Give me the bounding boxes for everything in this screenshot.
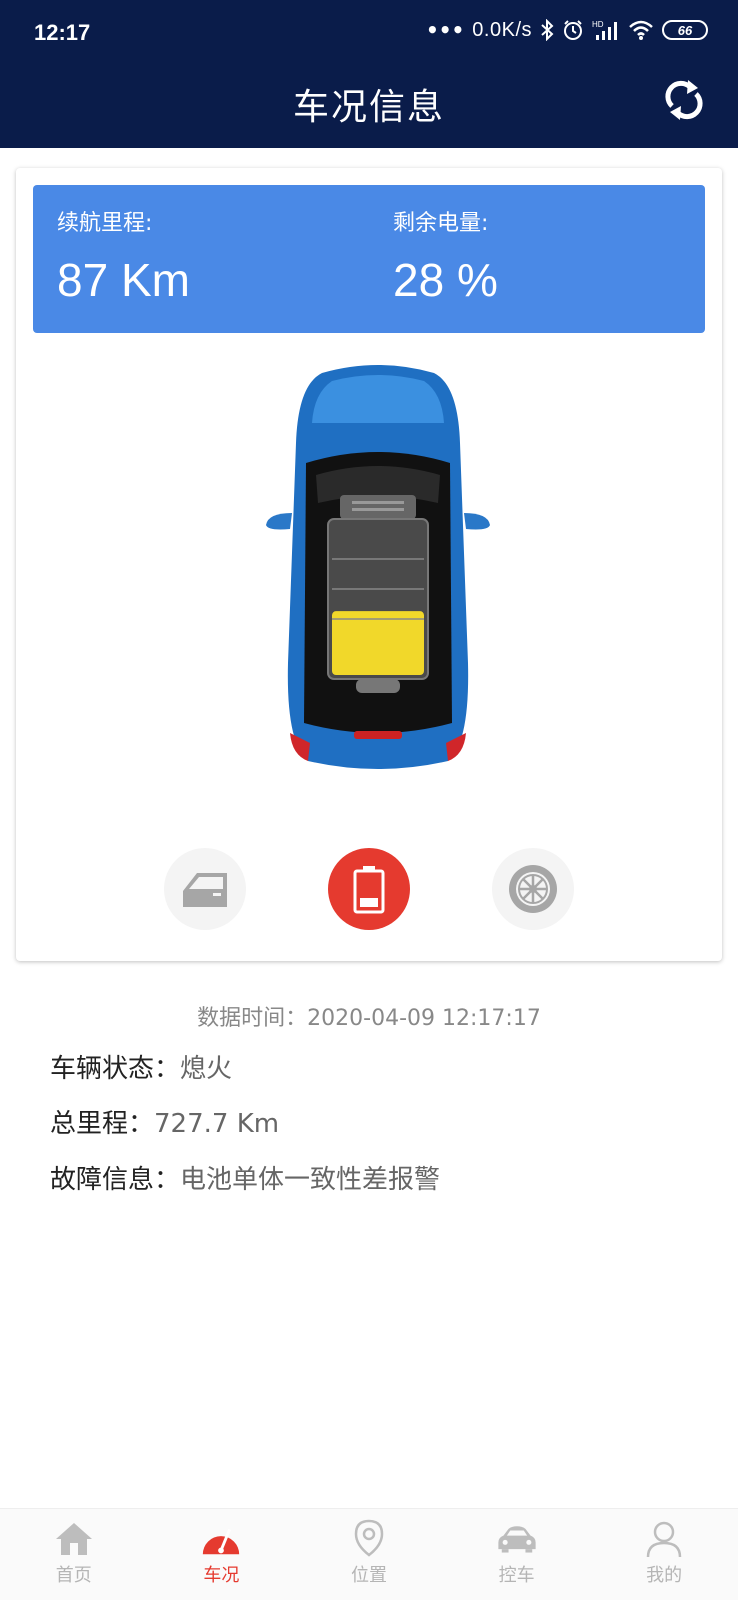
nav-label-home: 首页 (55, 1565, 92, 1586)
user-icon (646, 1521, 682, 1558)
status-value: 熄火 (180, 1054, 233, 1084)
signal-icon: HD (592, 20, 617, 40)
nav-label-profile: 我的 (646, 1565, 683, 1586)
battery-icon (353, 866, 385, 914)
wifi-icon (629, 20, 653, 40)
title-bar: 车况信息 (0, 64, 738, 148)
alarm-icon (564, 20, 582, 40)
status-time: 12:17 (34, 20, 91, 45)
svg-text:HD: HD (592, 20, 604, 29)
car-hood (312, 375, 444, 423)
fault-value: 电池单体一致性差报警 (180, 1165, 441, 1195)
range-stat: 续航里程: 87 Km (57, 205, 190, 307)
page-title: 车况信息 (292, 87, 445, 128)
battery-level: 66 (677, 22, 693, 38)
nav-item-vehicle-status[interactable]: 车况 (148, 1509, 296, 1600)
nav-label-vehicle-status: 车况 (203, 1565, 240, 1586)
tire-status-button[interactable] (492, 848, 574, 930)
fault-info-row: 故障信息：电池单体一致性差报警 (50, 1159, 440, 1196)
battery-pack (327, 495, 429, 693)
total-mileage-row: 总里程：727.7 Km (50, 1103, 279, 1140)
more-dots-icon: ••• (425, 18, 465, 42)
app-header: 12:17 ••• 0.0K/s HD 66 车况信息 (0, 0, 738, 148)
nav-item-location[interactable]: 位置 (295, 1509, 443, 1600)
home-icon (55, 1523, 92, 1555)
vehicle-status-row: 车辆状态：熄火 (50, 1048, 232, 1085)
data-timestamp: 数据时间：2020-04-09 12:17:17 (0, 1000, 738, 1032)
battery-fill-level (332, 611, 424, 675)
status-icons: ••• 0.0K/s HD 66 (426, 18, 708, 42)
status-bar: 12:17 ••• 0.0K/s HD 66 (0, 0, 738, 64)
power-value: 28 % (393, 254, 498, 306)
left-mirror (266, 513, 292, 530)
location-icon (354, 1519, 384, 1557)
car-top-view (266, 365, 490, 769)
refresh-icon[interactable] (660, 76, 708, 124)
nav-label-location: 位置 (350, 1565, 387, 1586)
right-mirror (464, 513, 490, 530)
status-label: 车辆状态： (50, 1054, 181, 1084)
nav-label-control: 控车 (498, 1565, 535, 1586)
data-time-label: 数据时间： (197, 1006, 308, 1031)
fault-label: 故障信息： (50, 1165, 181, 1195)
battery-top (340, 495, 416, 519)
door-status-button[interactable] (164, 848, 246, 930)
door-icon (183, 873, 227, 907)
battery-status-button[interactable] (328, 848, 410, 930)
nav-item-home[interactable]: 首页 (0, 1509, 148, 1600)
network-speed: 0.0K/s (472, 18, 532, 41)
data-time-value: 2020-04-09 12:17:17 (307, 1006, 541, 1031)
range-label: 续航里程: (57, 211, 153, 236)
car-icon (497, 1526, 536, 1553)
battery-status-icon: 66 (662, 20, 708, 40)
bluetooth-icon (541, 19, 554, 41)
bottom-nav: 首页 车况 位置 控车 我的 (0, 1508, 738, 1600)
power-label: 剩余电量: (393, 211, 489, 236)
mileage-value: 727.7 Km (154, 1109, 280, 1139)
nav-item-control[interactable]: 控车 (443, 1509, 591, 1600)
mileage-label: 总里程： (50, 1109, 155, 1139)
tire-icon (509, 865, 557, 913)
rear-brake-light (354, 731, 402, 739)
vehicle-status-card: 续航里程: 87 Km 剩余电量: 28 % (16, 168, 722, 961)
range-power-panel: 续航里程: 87 Km 剩余电量: 28 % (33, 185, 705, 333)
power-stat: 剩余电量: 28 % (393, 205, 498, 307)
nav-item-profile[interactable]: 我的 (590, 1509, 738, 1600)
gauge-icon (203, 1528, 240, 1555)
range-value: 87 Km (57, 254, 190, 306)
